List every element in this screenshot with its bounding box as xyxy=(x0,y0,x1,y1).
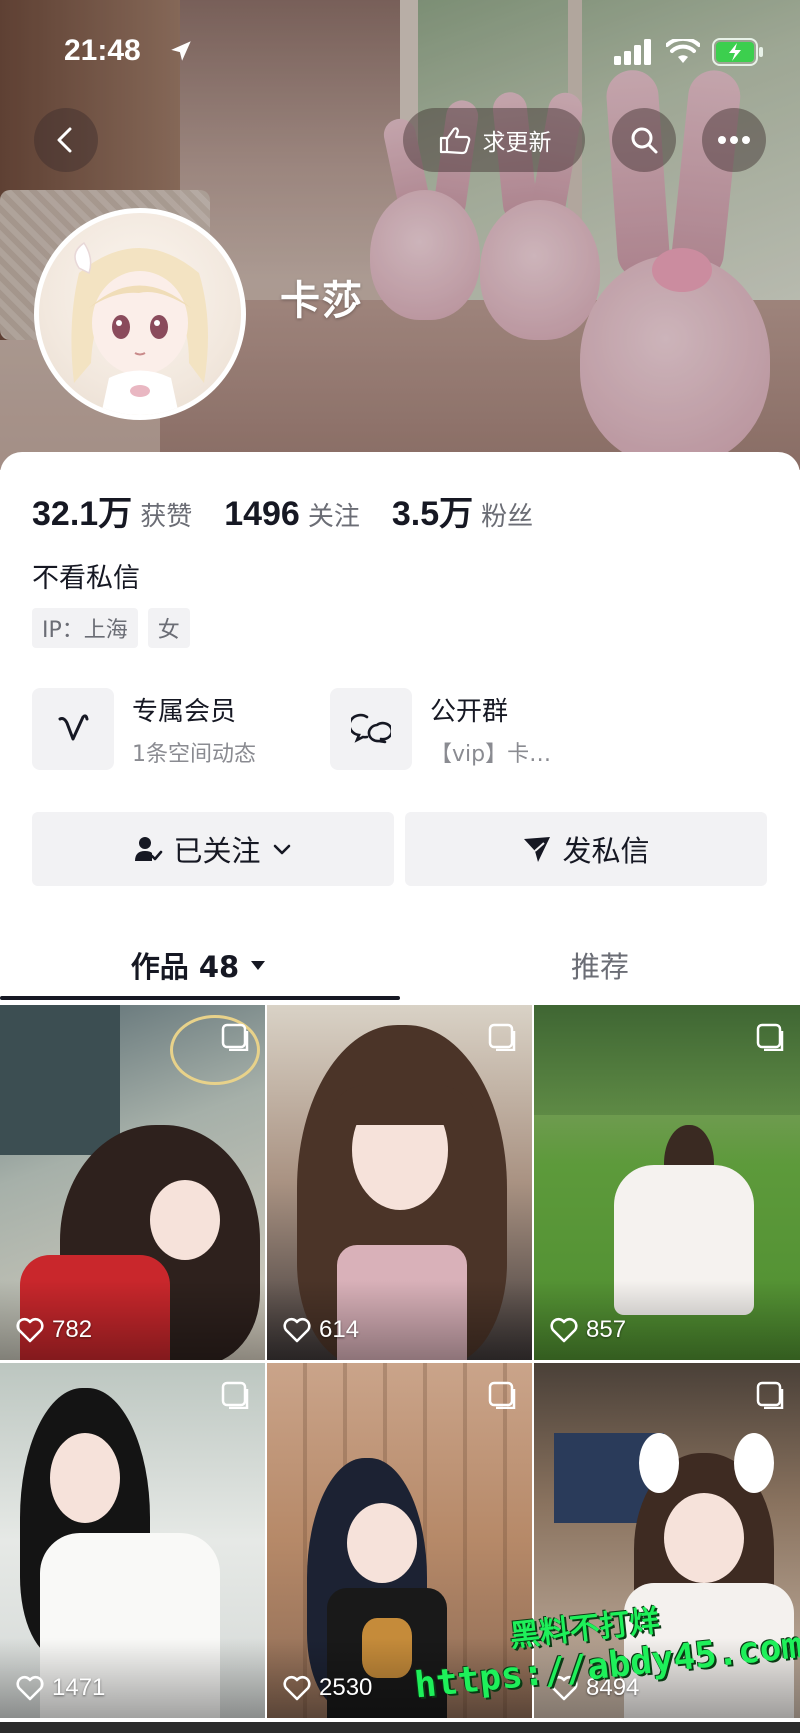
hand-point-icon xyxy=(439,127,470,155)
back-button[interactable] xyxy=(34,108,98,172)
thumb-figure-ear xyxy=(734,1433,774,1493)
following-count[interactable]: 1496 xyxy=(224,495,300,534)
video-likes-count: 857 xyxy=(586,1316,627,1343)
video-likes-count: 782 xyxy=(52,1316,93,1343)
back-icon xyxy=(57,127,72,153)
profile-username: 卡莎 xyxy=(280,278,364,324)
status-time: 21:48 xyxy=(64,34,141,67)
profile-stats: 32.1万 获赞 1496 关注 3.5万 粉丝 xyxy=(32,486,565,535)
thumb-figure-bangs xyxy=(327,1085,477,1125)
group-title: 公开群 xyxy=(430,696,509,727)
search-icon xyxy=(631,127,658,154)
multi-image-icon xyxy=(221,1381,249,1409)
video-thumbnail[interactable]: 857 xyxy=(534,1005,800,1360)
feature-icon-box xyxy=(330,688,412,770)
thumb-figure-face xyxy=(50,1433,120,1523)
group-subtitle: 【vip】卡… xyxy=(430,741,552,767)
multi-image-icon xyxy=(756,1381,784,1409)
thumb-figure-face xyxy=(150,1180,220,1260)
video-likes-count: 1471 xyxy=(52,1674,106,1701)
tab-works[interactable]: 作品 48 xyxy=(0,930,400,1000)
location-arrow-icon xyxy=(171,41,191,61)
user-check-icon xyxy=(135,837,163,861)
profile-tabs: 作品 48 推荐 xyxy=(0,930,800,1000)
tab-recommend-label: 推荐 xyxy=(570,950,629,984)
thumb-figure-face xyxy=(347,1503,417,1583)
thumb-bg-shape xyxy=(0,1005,120,1155)
more-icon xyxy=(718,136,750,144)
likes-count: 32.1万 xyxy=(32,495,133,533)
profile-tags: IP：上海 女 xyxy=(32,608,190,648)
tab-works-label: 作品 48 xyxy=(130,950,240,984)
followers-label[interactable]: 粉丝 xyxy=(481,496,533,533)
heart-icon xyxy=(283,1675,311,1701)
profile-bio: 不看私信 xyxy=(32,563,140,594)
group-chat-icon xyxy=(351,713,391,744)
heart-icon xyxy=(16,1675,44,1701)
multi-image-icon xyxy=(221,1023,249,1051)
likes-label: 获赞 xyxy=(140,502,193,532)
membership-subtitle: 1条空间动态 xyxy=(132,741,256,767)
avatar[interactable] xyxy=(34,208,246,420)
multi-image-icon xyxy=(488,1381,516,1409)
video-likes: 782 xyxy=(16,1316,92,1344)
public-group-entry[interactable]: 公开群 【vip】卡… xyxy=(330,688,551,770)
followers-count[interactable]: 3.5万 xyxy=(392,486,473,535)
caret-down-icon xyxy=(251,961,266,970)
video-thumbnail[interactable]: 1471 xyxy=(0,1363,265,1718)
thumb-figure-ear xyxy=(639,1433,679,1493)
tab-active-indicator xyxy=(0,996,400,1000)
more-button[interactable] xyxy=(702,108,766,172)
thumb-trees xyxy=(534,1005,800,1115)
chevron-down-icon xyxy=(273,844,290,855)
following-label: 已关注 xyxy=(173,834,261,868)
request-update-button[interactable]: 求更新 xyxy=(403,108,585,172)
signal-icon xyxy=(614,39,651,65)
ip-location-tag: IP：上海 xyxy=(32,608,138,648)
video-likes: 1471 xyxy=(16,1674,105,1702)
send-icon xyxy=(524,837,551,862)
heart-icon xyxy=(283,1317,311,1343)
thumb-figure-face xyxy=(664,1493,744,1583)
video-thumbnail[interactable]: 782 xyxy=(0,1005,265,1360)
wifi-icon xyxy=(666,39,700,63)
membership-title: 专属会员 xyxy=(132,696,237,727)
video-likes: 857 xyxy=(550,1316,626,1344)
gender-tag: 女 xyxy=(147,608,190,648)
send-message-label: 发私信 xyxy=(562,834,650,868)
video-likes: 2530 xyxy=(283,1674,372,1702)
feature-icon-box xyxy=(32,688,114,770)
following-label[interactable]: 关注 xyxy=(308,496,360,533)
tab-recommend[interactable]: 推荐 xyxy=(400,930,800,1000)
status-icons xyxy=(614,38,764,66)
avatar-illustration xyxy=(71,241,208,415)
request-update-label: 求更新 xyxy=(482,130,552,156)
avatar-image xyxy=(39,213,241,415)
exclusive-membership-entry[interactable]: 专属会员 1条空间动态 xyxy=(32,688,256,770)
multi-image-icon xyxy=(756,1023,784,1051)
next-row-peek xyxy=(0,1722,800,1733)
profile-sheet: 32.1万 获赞 1496 关注 3.5万 粉丝 不看私信 IP：上海 女 专属… xyxy=(0,452,800,1733)
vip-v-icon xyxy=(58,714,89,741)
heart-icon xyxy=(16,1317,44,1343)
following-button[interactable]: 已关注 xyxy=(32,812,394,886)
battery-charging-icon xyxy=(712,38,763,66)
video-likes: 614 xyxy=(283,1316,359,1344)
video-likes-count: 614 xyxy=(319,1316,360,1343)
send-message-button[interactable]: 发私信 xyxy=(405,812,767,886)
video-thumbnail[interactable]: 614 xyxy=(267,1005,532,1360)
heart-icon xyxy=(550,1317,578,1343)
search-button[interactable] xyxy=(612,108,676,172)
video-likes-count: 2530 xyxy=(319,1674,373,1701)
status-bar: 21:48 xyxy=(0,0,800,100)
multi-image-icon xyxy=(488,1023,516,1051)
